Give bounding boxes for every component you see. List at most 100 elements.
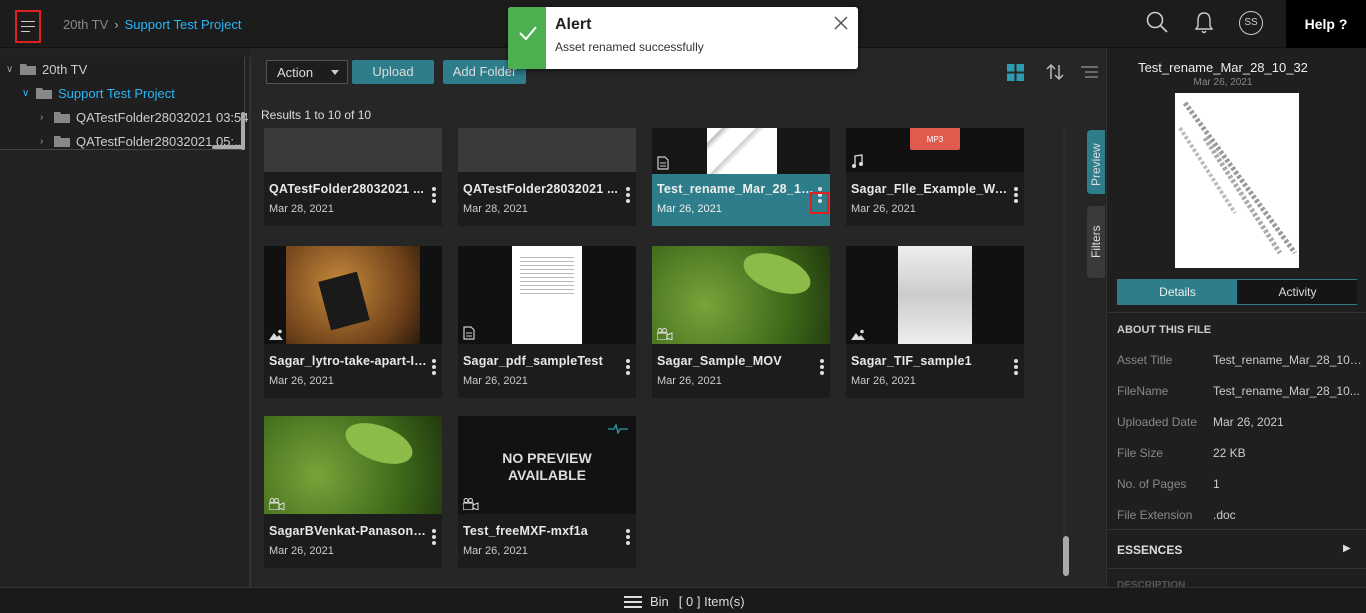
bin-toggle[interactable]: Bin [ 0 ] Item(s): [624, 594, 745, 609]
asset-card[interactable]: Sagar_Sample_MOV Mar 26, 2021: [652, 246, 830, 398]
video-camera-icon: [463, 498, 479, 510]
tree-label: QATestFolder28032021 03:54: [76, 109, 249, 125]
more-options-icon[interactable]: [431, 527, 437, 547]
sidebar-background: [0, 150, 250, 587]
field-row: File Extension .doc: [1117, 508, 1366, 524]
breadcrumb: 20th TV › Support Test Project: [63, 17, 241, 32]
asset-name: Test_rename_Mar_28_10_32: [657, 182, 815, 196]
asset-card[interactable]: Sagar_lytro-take-apart-I2... Mar 26, 202…: [264, 246, 442, 398]
field-row: File Size 22 KB: [1117, 446, 1366, 462]
grid-scrollbar[interactable]: [1063, 536, 1069, 576]
tab-details[interactable]: Details: [1118, 280, 1237, 304]
description-section[interactable]: DESCRIPTION: [1117, 580, 1185, 587]
tab-preview[interactable]: Preview: [1087, 130, 1105, 194]
field-row: Uploaded Date Mar 26, 2021: [1117, 415, 1366, 431]
folder-tree: ∨ 20th TV ∨ Support Test Project › QATes…: [0, 57, 249, 150]
asset-card[interactable]: QATestFolder28032021 ... Mar 28, 2021: [458, 128, 636, 226]
folder-icon: [54, 136, 70, 147]
alert-title: Alert: [555, 16, 592, 33]
sort-icon[interactable]: [1046, 63, 1064, 81]
asset-card[interactable]: QATestFolder28032021 ... Mar 28, 2021: [264, 128, 442, 226]
field-label: File Size: [1117, 446, 1164, 460]
chevron-down-icon[interactable]: ∨: [22, 88, 32, 99]
music-note-icon: [852, 154, 863, 168]
section-title: ABOUT THIS FILE: [1117, 324, 1212, 336]
alert-message: Asset renamed successfully: [555, 40, 704, 54]
breadcrumb-root[interactable]: 20th TV: [63, 17, 108, 32]
notification-bell-icon[interactable]: [1194, 11, 1214, 35]
asset-card[interactable]: MP3 Sagar_FIle_Example_WA... Mar 26, 202…: [846, 128, 1024, 226]
search-icon[interactable]: [1145, 10, 1169, 36]
asset-card[interactable]: Sagar_TIF_sample1 Mar 26, 2021: [846, 246, 1024, 398]
hamburger-menu-button[interactable]: [15, 10, 41, 43]
folder-icon: [54, 112, 70, 123]
tree-horizontal-scrollbar[interactable]: [212, 145, 244, 149]
video-camera-icon: [269, 498, 285, 510]
more-options-icon[interactable]: [431, 185, 437, 205]
caret-down-icon: [331, 70, 339, 75]
asset-card[interactable]: SagarBVenkat-Panasoni... Mar 26, 2021: [264, 416, 442, 568]
tree-label: 20th TV: [42, 61, 88, 77]
asset-thumbnail: [264, 416, 442, 514]
asset-thumbnail: [652, 246, 830, 344]
results-count: Results 1 to 10 of 10: [261, 108, 372, 122]
asset-name: Sagar_pdf_sampleTest: [463, 354, 603, 368]
asset-card[interactable]: Sagar_pdf_sampleTest Mar 26, 2021: [458, 246, 636, 398]
success-check-icon: [508, 7, 546, 69]
asset-thumbnail: MP3: [846, 128, 1024, 172]
asset-card[interactable]: NO PREVIEW AVAILABLE Test_freeMXF-mxf1a …: [458, 416, 636, 568]
asset-name: QATestFolder28032021 ...: [463, 182, 619, 196]
more-options-icon[interactable]: [819, 357, 825, 377]
expand-right-icon[interactable]: ▶: [1343, 543, 1351, 554]
chevron-right-icon[interactable]: ›: [40, 136, 50, 147]
user-avatar[interactable]: SS: [1239, 11, 1263, 35]
more-options-icon[interactable]: [625, 185, 631, 205]
field-value: Test_rename_Mar_28_10_32: [1213, 353, 1365, 367]
divider: [1107, 312, 1366, 313]
asset-date: Mar 28, 2021: [269, 203, 334, 215]
field-value: Mar 26, 2021: [1213, 415, 1284, 429]
more-options-icon[interactable]: [1013, 357, 1019, 377]
upload-button[interactable]: Upload: [352, 60, 434, 84]
field-value: .doc: [1213, 508, 1236, 522]
action-dropdown[interactable]: Action: [266, 60, 348, 84]
tree-item-folder[interactable]: › QATestFolder28032021 03:54: [40, 107, 249, 127]
document-icon: [657, 156, 669, 170]
asset-name: Sagar_Sample_MOV: [657, 354, 782, 368]
list-view-icon[interactable]: [1081, 66, 1098, 78]
tab-filters[interactable]: Filters: [1087, 206, 1105, 278]
highlight-box: [810, 192, 829, 214]
grid-scroll-track: [1063, 128, 1067, 578]
image-icon: [851, 329, 865, 340]
asset-name: Test_freeMXF-mxf1a: [463, 524, 588, 538]
tab-preview-label: Preview: [1089, 143, 1103, 186]
asset-thumbnail: NO PREVIEW AVAILABLE: [458, 416, 636, 514]
help-button[interactable]: Help ?: [1286, 0, 1366, 48]
asset-date: Mar 26, 2021: [851, 375, 916, 387]
asset-browser: Action Upload Add Folder Results 1 to 10…: [251, 48, 1105, 587]
more-options-icon[interactable]: [1013, 185, 1019, 205]
more-options-icon[interactable]: [431, 357, 437, 377]
more-options-icon[interactable]: [625, 527, 631, 547]
tab-activity[interactable]: Activity: [1238, 280, 1357, 304]
field-label: FileName: [1117, 384, 1169, 398]
grid-view-icon[interactable]: [1007, 64, 1024, 81]
asset-thumbnail: [458, 128, 636, 172]
field-row: No. of Pages 1: [1117, 477, 1366, 493]
more-options-icon[interactable]: [625, 357, 631, 377]
field-row: FileName Test_rename_Mar_28_10...: [1117, 384, 1366, 400]
bin-menu-icon: [624, 595, 642, 608]
chevron-down-icon[interactable]: ∨: [6, 64, 16, 75]
essences-section[interactable]: ESSENCES: [1117, 543, 1182, 557]
asset-thumbnail: [458, 246, 636, 344]
bin-bar: Bin [ 0 ] Item(s): [0, 587, 1366, 613]
breadcrumb-current[interactable]: Support Test Project: [125, 17, 242, 32]
close-icon[interactable]: [834, 16, 848, 30]
asset-thumbnail: [264, 246, 442, 344]
tree-item-root[interactable]: ∨ 20th TV: [6, 59, 87, 79]
chevron-right-icon[interactable]: ›: [40, 112, 50, 123]
asset-card-selected[interactable]: Test_rename_Mar_28_10_32 Mar 26, 2021: [652, 128, 830, 226]
details-panel: Test_rename_Mar_28_10_32 Mar 26, 2021 De…: [1106, 48, 1366, 587]
tree-item-project[interactable]: ∨ Support Test Project: [22, 83, 175, 103]
folder-open-icon: [20, 64, 36, 75]
